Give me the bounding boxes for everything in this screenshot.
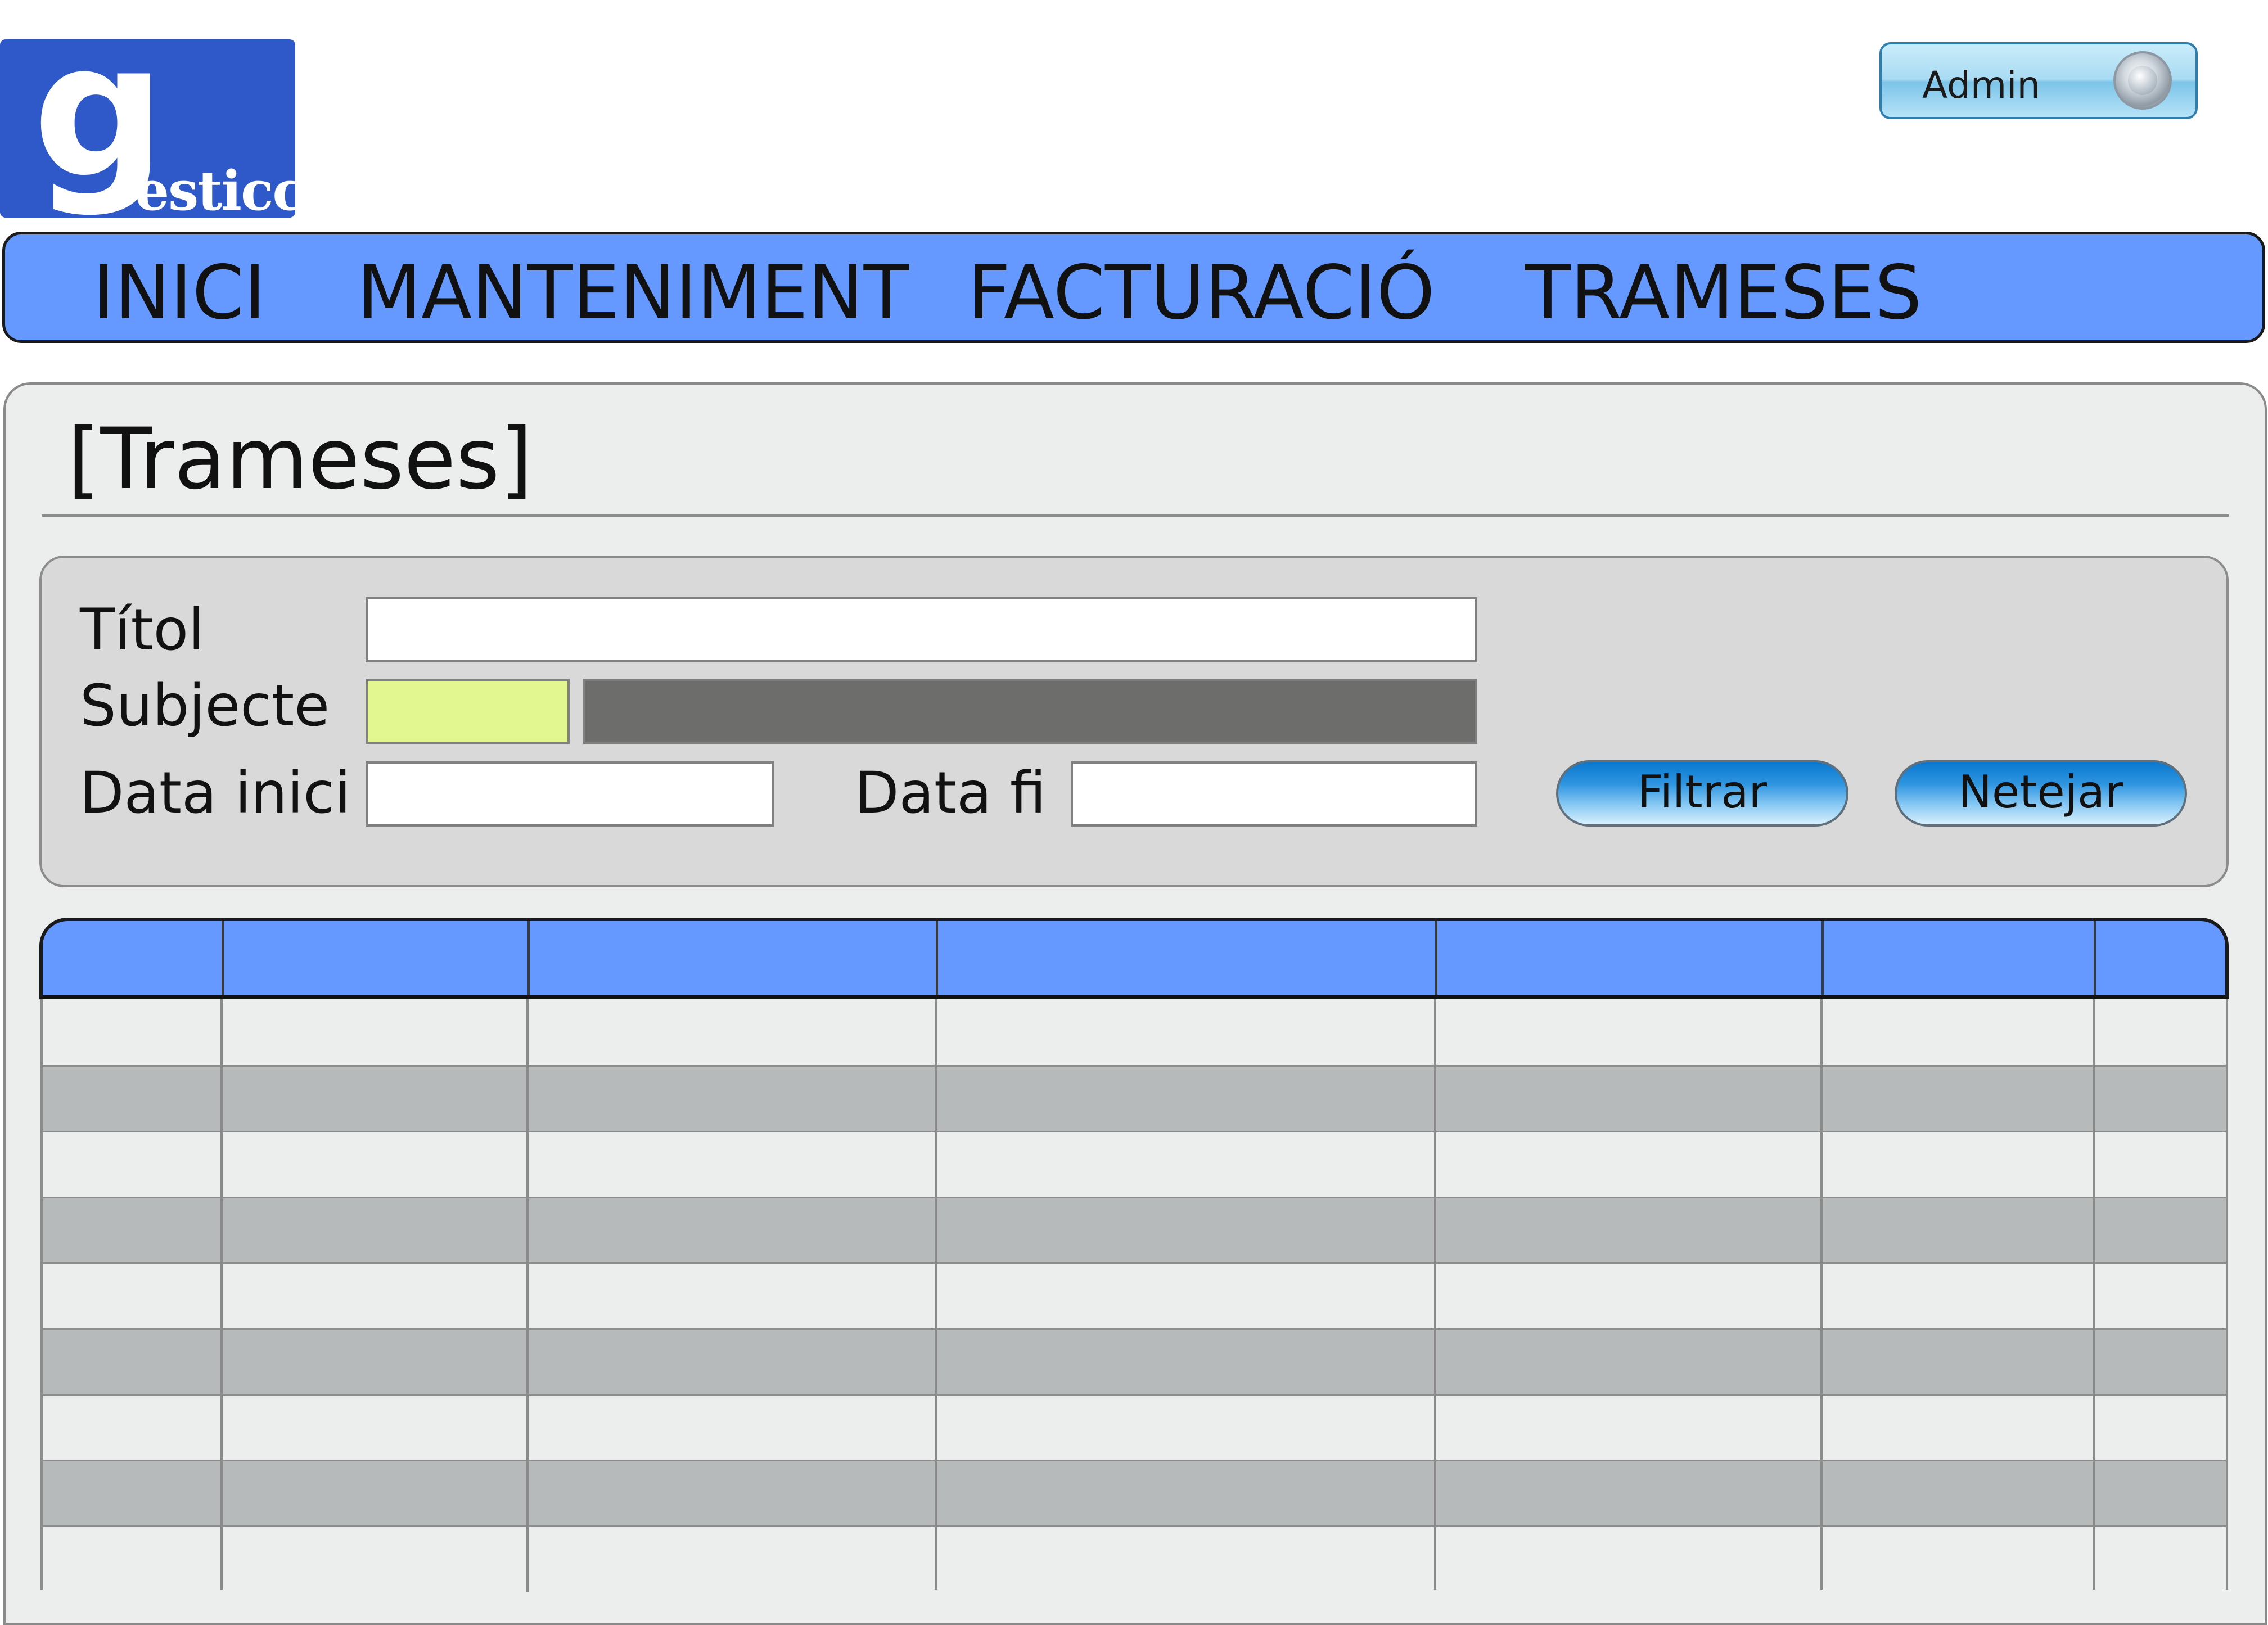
toggle-knob-icon [2113,51,2172,110]
header-divider [1821,921,1824,995]
column-divider [526,999,529,1592]
nav-item-inici[interactable]: INICI [93,256,266,330]
table-row[interactable] [43,1525,2226,1590]
header-divider [936,921,938,995]
header-divider [1435,921,1437,995]
data-fi-input[interactable] [1071,761,1477,827]
header-divider [2094,921,2096,995]
nav-item-facturacio[interactable]: FACTURACIÓ [968,256,1435,330]
admin-label: Admin [1922,64,2041,107]
table-row[interactable] [43,1328,2226,1394]
table-row[interactable] [43,1394,2226,1460]
header-divider [527,921,530,995]
subjecte-name-field [583,679,1477,744]
data-inici-input[interactable] [366,761,774,827]
subjecte-code-input[interactable] [366,679,570,744]
table-header-row [39,918,2229,999]
table-row[interactable] [43,1131,2226,1197]
header-divider [222,921,224,995]
page-title: [Trameses] [67,410,533,508]
filter-button[interactable]: Filtrar [1556,760,1848,827]
admin-user-button[interactable]: Admin [1879,42,2198,119]
results-table [40,999,2228,1592]
nav-item-manteniment[interactable]: MANTENIMENT [357,256,909,330]
table-row[interactable] [43,1460,2226,1525]
column-divider [220,999,223,1590]
table-row[interactable] [43,1065,2226,1131]
logo-text: esticc [135,159,295,218]
table-row[interactable] [43,1197,2226,1262]
data-inici-label: Data inici [80,760,351,827]
table-row[interactable] [43,1262,2226,1328]
titol-input[interactable] [366,597,1477,662]
app-logo: g esticc [0,39,295,218]
data-fi-label: Data fi [855,760,1047,827]
table-row[interactable] [43,999,2226,1065]
column-divider [1434,999,1436,1590]
column-divider [935,999,937,1590]
clear-button[interactable]: Netejar [1895,760,2187,827]
column-divider [1820,999,1823,1590]
subjecte-label: Subjecte [80,672,330,739]
titol-label: Títol [80,597,205,663]
main-nav: INICI MANTENIMENT FACTURACIÓ TRAMESES [2,232,2265,343]
column-divider [2093,999,2095,1590]
nav-item-trameses[interactable]: TRAMESES [1525,256,1922,330]
title-divider [42,514,2229,517]
